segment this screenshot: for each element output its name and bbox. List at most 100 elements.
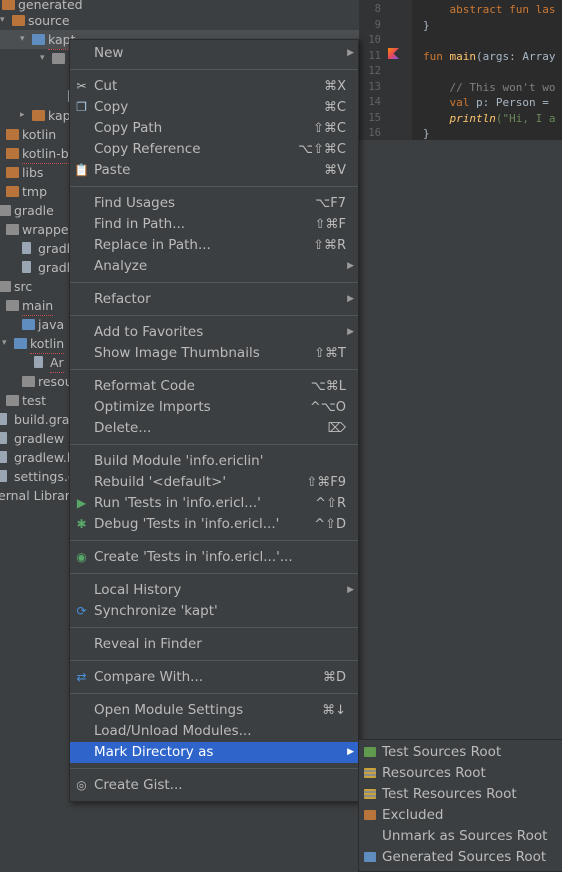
line-number: 14 [368,96,381,108]
github-icon: ◎ [76,778,87,792]
menu-item-rebuild-default[interactable]: Rebuild '<default>' ⇧⌘F9 [70,472,358,493]
tree-expand-arrow-icon[interactable]: ▾ [0,11,5,30]
menu-item-shortcut: ⌦ [327,421,346,436]
paste-icon: 📋 [74,163,89,177]
tree-expand-arrow-icon[interactable]: ▾ [20,30,25,49]
menu-item-create-tests-in-info-ericl[interactable]: ◉ Create 'Tests in 'info.ericl...'... [70,547,358,568]
folder-icon [52,53,65,64]
menu-item-find-usages[interactable]: Find Usages ⌥F7 [70,193,358,214]
tree-row-label: main [22,296,54,316]
menu-item-label: Find in Path... [94,216,186,232]
code-line[interactable]: println("Hi, I a [423,111,555,126]
menu-item-replace-in-path[interactable]: Replace in Path... ⇧⌘R [70,235,358,256]
menu-item-label: Debug 'Tests in 'info.ericl...' [94,516,280,532]
submenu-item-unmark-as-sources-root[interactable]: Unmark as Sources Root [359,826,562,847]
menu-item-shortcut: ⌘X [324,79,346,94]
submenu-item-label: Unmark as Sources Root [382,828,548,844]
menu-item-show-image-thumbnails[interactable]: Show Image Thumbnails ⇧⌘T [70,343,358,364]
folder-icon [32,110,45,121]
menu-item-label: Show Image Thumbnails [94,345,260,361]
menu-item-paste[interactable]: 📋 Paste ⌘V [70,160,358,181]
editor-empty-area [359,140,562,740]
submenu-item-excluded[interactable]: Excluded [359,805,562,826]
code-token: main [449,49,477,63]
folder-icon [12,15,25,26]
menu-item-load-unload-modules[interactable]: Load/Unload Modules... [70,721,358,742]
code-line[interactable]: val p: Person = [423,95,555,110]
code-line[interactable]: } [423,18,430,33]
menu-item-label: Find Usages [94,195,176,211]
menu-item-create-gist[interactable]: ◎ Create Gist... [70,775,358,796]
menu-item-compare-with[interactable]: ⇄ Compare With... ⌘D [70,667,358,688]
menu-item-delete[interactable]: Delete... ⌦ [70,418,358,439]
menu-item-reformat-code[interactable]: Reformat Code ⌥⌘L [70,376,358,397]
file-icon [0,413,7,425]
submenu-item-test-sources-root[interactable]: Test Sources Root [359,742,562,763]
line-number: 11 [368,49,381,62]
menu-separator [70,768,358,769]
menu-item-new[interactable]: New ▶ [70,43,358,64]
menu-separator [70,444,358,445]
menu-item-reveal-in-finder[interactable]: Reveal in Finder [70,634,358,655]
menu-item-add-to-favorites[interactable]: Add to Favorites ▶ [70,322,358,343]
tree-row[interactable]: ▾ source [0,11,359,30]
code-editor[interactable]: 8 9 10 11 12 13 14 15 16 abstract fun las} fun ma… [359,0,562,140]
submenu-item-resources-root[interactable]: Resources Root [359,763,562,784]
submenu-arrow-icon: ▶ [347,48,354,58]
submenu-item-label: Generated Sources Root [382,849,547,865]
menu-separator [70,627,358,628]
menu-item-run-tests-in-info-ericl[interactable]: ▶ Run 'Tests in 'info.ericl...' ^⇧R [70,493,358,514]
menu-item-analyze[interactable]: Analyze ▶ [70,256,358,277]
menu-item-copy[interactable]: ❐ Copy ⌘C [70,97,358,118]
folder-icon [32,34,45,45]
tree-row-label: src [14,279,33,294]
code-token: ("Hi, I a [495,111,556,125]
menu-item-shortcut: ⌥⌘L [310,379,346,394]
menu-item-copy-path[interactable]: Copy Path ⇧⌘C [70,118,358,139]
code-line[interactable]: abstract fun las [423,2,555,17]
tree-row-label: gradlew [14,431,65,446]
resources-folder-icon [364,768,376,778]
menu-separator [70,69,358,70]
menu-item-local-history[interactable]: Local History ▶ [70,580,358,601]
menu-item-open-module-settings[interactable]: Open Module Settings ⌘↓ [70,700,358,721]
menu-item-debug-tests-in-info-ericl[interactable]: ✱ Debug 'Tests in 'info.ericl...' ^⇧D [70,514,358,535]
menu-item-mark-directory-as[interactable]: Mark Directory as ▶ [70,742,358,763]
menu-item-find-in-path[interactable]: Find in Path... ⇧⌘F [70,214,358,235]
submenu-item-generated-sources-root[interactable]: Generated Sources Root [359,847,562,868]
code-token: p: Person = [475,96,556,109]
code-line[interactable]: } [423,126,430,140]
tree-expand-arrow-icon[interactable]: ▸ [20,106,25,125]
folder-icon [6,224,19,235]
menu-item-copy-reference[interactable]: Copy Reference ⌥⇧⌘C [70,139,358,160]
submenu-item-test-resources-root[interactable]: Test Resources Root [359,784,562,805]
code-line[interactable]: // This won't wo [423,80,555,95]
line-number-gutter: 8 9 10 11 12 13 14 15 16 [359,0,412,140]
mark-directory-submenu: Test Sources Root Resources Root Test Reso… [358,739,562,872]
menu-item-synchronize-kapt[interactable]: ⟳ Synchronize 'kapt' [70,601,358,622]
menu-item-cut[interactable]: ✂ Cut ⌘X [70,76,358,97]
tree-row-label: tmp [22,184,48,199]
tree-row-label: gradle [14,203,54,218]
menu-item-shortcut: ⇧⌘R [313,238,346,253]
menu-item-optimize-imports[interactable]: Optimize Imports ^⌥O [70,397,358,418]
tree-row-label: kotlin [30,334,65,354]
folder-icon [14,338,27,349]
scissors-icon: ✂ [76,79,87,93]
tree-expand-arrow-icon[interactable]: ▾ [40,49,45,68]
code-token: } [423,127,430,140]
code-token: (args: Array [476,49,556,63]
submenu-item-label: Resources Root [382,765,486,781]
kotlin-run-icon[interactable] [388,48,399,59]
tree-expand-arrow-icon[interactable]: ▾ [2,334,7,353]
folder-icon [22,319,35,330]
submenu-arrow-icon: ▶ [347,585,354,595]
menu-item-label: Cut [94,78,118,94]
menu-item-refactor[interactable]: Refactor ▶ [70,289,358,310]
tree-row-label: libs [22,165,44,180]
submenu-arrow-icon: ▶ [347,294,354,304]
compare-icon: ⇄ [76,670,87,684]
code-line[interactable]: fun main(args: Array [423,49,555,64]
tree-row-label: source [28,13,70,28]
menu-item-build-module-info-ericlin[interactable]: Build Module 'info.ericlin' [70,451,358,472]
